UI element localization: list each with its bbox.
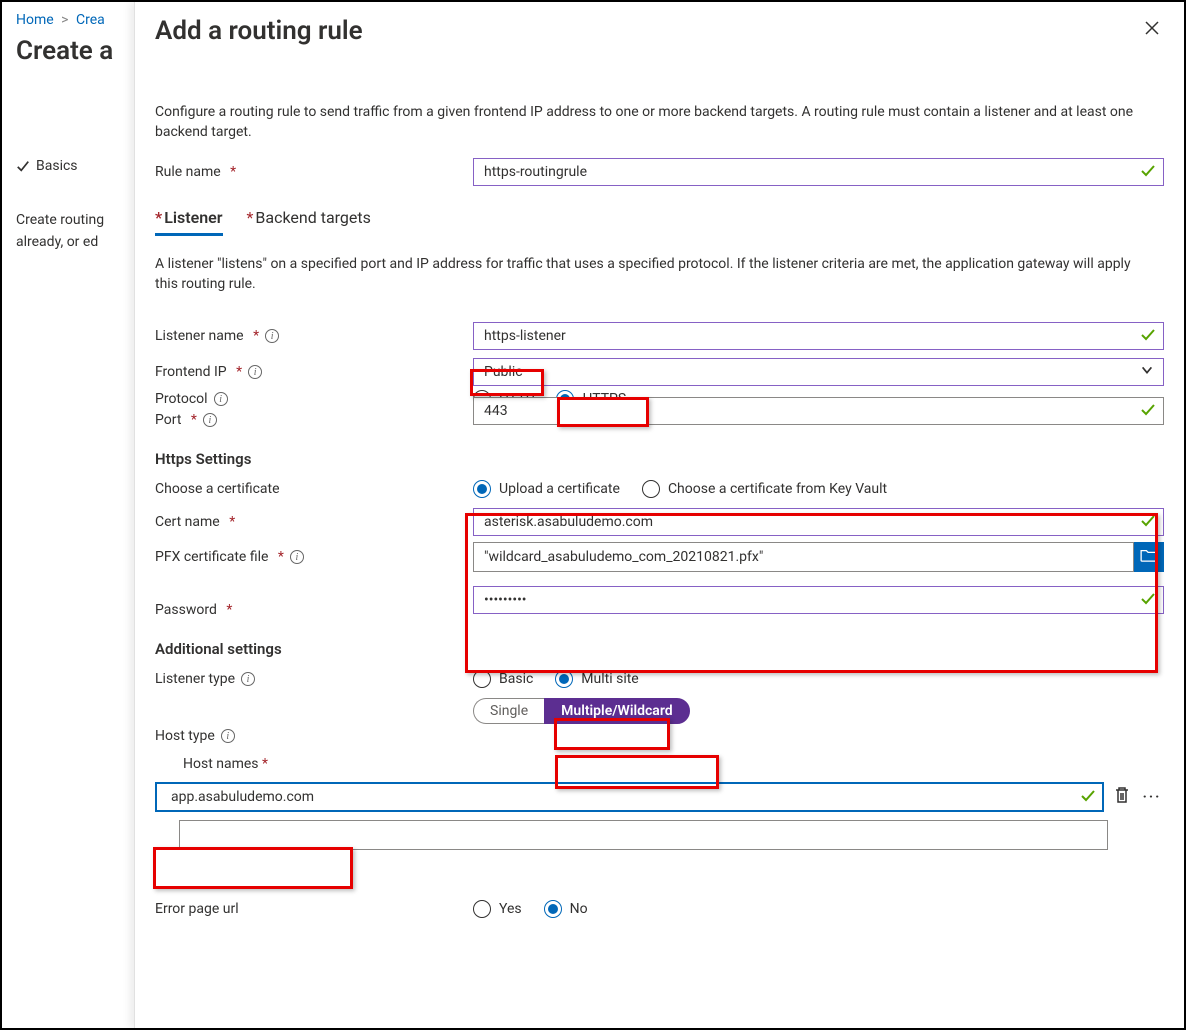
wizard-step-label: Basics: [36, 158, 78, 174]
info-icon[interactable]: i: [290, 550, 304, 564]
info-icon[interactable]: i: [265, 329, 279, 343]
additional-settings-heading: Additional settings: [155, 640, 1164, 658]
password-label: Password *: [155, 602, 473, 618]
info-icon[interactable]: i: [203, 413, 217, 427]
host-type-pill-group: Single Multiple/Wildcard: [473, 698, 690, 724]
choose-cert-label: Choose a certificate: [155, 481, 473, 497]
page-title-partial: Create a: [16, 36, 137, 66]
rule-name-label: Rule name *: [155, 164, 473, 180]
error-page-yes-radio[interactable]: Yes: [473, 900, 522, 918]
wizard-step-basics[interactable]: Basics: [16, 158, 137, 174]
tab-listener[interactable]: *Listener: [155, 208, 223, 236]
error-page-label: Error page url: [155, 901, 473, 917]
bg-help-text-2: already, or ed: [16, 232, 137, 252]
protocol-label: Protocol i: [155, 391, 473, 407]
host-type-label: Host type i: [155, 698, 473, 744]
tabs: *Listener *Backend targets: [155, 208, 1164, 236]
more-button[interactable]: ···: [1140, 785, 1164, 809]
listener-type-label: Listener type i: [155, 671, 473, 687]
bg-help-text-1: Create routing: [16, 210, 137, 230]
pfx-filename: "wildcard_asabuludemo_com_20210821.pfx": [473, 542, 1134, 572]
https-settings-heading: Https Settings: [155, 450, 1164, 468]
breadcrumb: Home > Crea: [16, 12, 137, 28]
folder-icon: [1140, 548, 1158, 566]
error-page-no-radio[interactable]: No: [544, 900, 588, 918]
listener-desc: A listener "listens" on a specified port…: [155, 254, 1135, 294]
blade-title: Add a routing rule: [155, 16, 363, 46]
delete-hostname-button[interactable]: [1110, 785, 1134, 809]
breadcrumb-next[interactable]: Crea: [76, 12, 105, 28]
routing-rule-blade: Add a routing rule Configure a routing r…: [134, 2, 1184, 1028]
listener-type-basic-radio[interactable]: Basic: [473, 670, 533, 688]
breadcrumb-home[interactable]: Home: [16, 12, 54, 28]
close-icon[interactable]: [1140, 16, 1164, 44]
listener-name-label: Listener name * i: [155, 328, 473, 344]
port-input[interactable]: [473, 397, 1164, 425]
keyvault-cert-radio[interactable]: Choose a certificate from Key Vault: [642, 480, 887, 498]
info-icon[interactable]: i: [214, 392, 228, 406]
info-icon[interactable]: i: [221, 729, 235, 743]
listener-type-multi-radio[interactable]: Multi site: [555, 670, 638, 688]
browse-file-button[interactable]: [1134, 542, 1164, 572]
breadcrumb-sep: >: [57, 12, 72, 28]
info-icon[interactable]: i: [241, 672, 255, 686]
host-type-wildcard[interactable]: Multiple/Wildcard: [544, 698, 689, 724]
check-icon: [16, 159, 30, 173]
frontend-ip-select[interactable]: Public: [473, 358, 1164, 386]
host-names-label: Host names *: [183, 756, 1164, 772]
listener-name-input[interactable]: [473, 322, 1164, 350]
blade-desc: Configure a routing rule to send traffic…: [155, 102, 1135, 142]
cert-name-input[interactable]: [473, 508, 1164, 536]
frontend-ip-label: Frontend IP * i: [155, 364, 473, 380]
host-name-input-1[interactable]: [179, 820, 1108, 850]
password-input[interactable]: [473, 586, 1164, 614]
tab-backend-targets[interactable]: *Backend targets: [247, 208, 371, 236]
rule-name-input[interactable]: [473, 158, 1164, 186]
info-icon[interactable]: i: [248, 365, 262, 379]
ellipsis-icon: ···: [1143, 789, 1162, 805]
host-name-input-0[interactable]: [155, 782, 1104, 812]
host-type-single[interactable]: Single: [473, 698, 544, 724]
upload-cert-radio[interactable]: Upload a certificate: [473, 480, 620, 498]
pfx-label: PFX certificate file * i: [155, 549, 473, 565]
cert-name-label: Cert name *: [155, 514, 473, 530]
port-label: Port * i: [155, 412, 473, 428]
trash-icon: [1114, 786, 1130, 808]
